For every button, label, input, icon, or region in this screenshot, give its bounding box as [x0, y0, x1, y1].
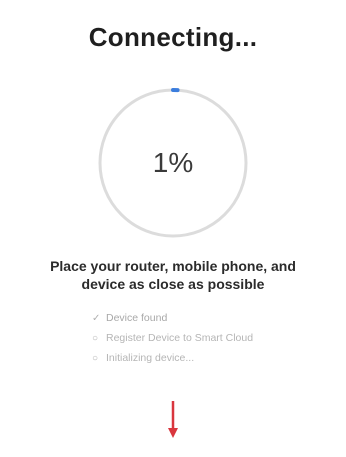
page-title: Connecting... — [88, 22, 258, 52]
step-initializing: ○ Initializing device... — [92, 348, 342, 368]
instruction-line-2: device as close as possible — [81, 276, 265, 292]
placement-instruction: Place your router, mobile phone, and dev… — [10, 257, 336, 293]
progress-percent: 1% — [152, 147, 194, 178]
check-icon: ✓ — [92, 312, 101, 324]
step-device-found: ✓ Device found — [92, 308, 342, 328]
step-label: Register Device to Smart Cloud — [106, 332, 254, 344]
connection-steps: ✓ Device found ○ Register Device to Smar… — [92, 308, 342, 368]
pending-dot-icon: ○ — [92, 352, 99, 364]
step-register-cloud: ○ Register Device to Smart Cloud — [92, 328, 342, 348]
instruction-line-1: Place your router, mobile phone, and — [50, 258, 296, 274]
step-label: Device found — [106, 312, 168, 324]
pending-dot-icon: ○ — [92, 332, 99, 344]
progress-ring: 1% — [95, 85, 251, 241]
arrow-down-icon — [168, 401, 178, 438]
step-label: Initializing device... — [106, 352, 195, 364]
connecting-screen: Connecting... 1% Place your router, mobi… — [0, 0, 346, 457]
